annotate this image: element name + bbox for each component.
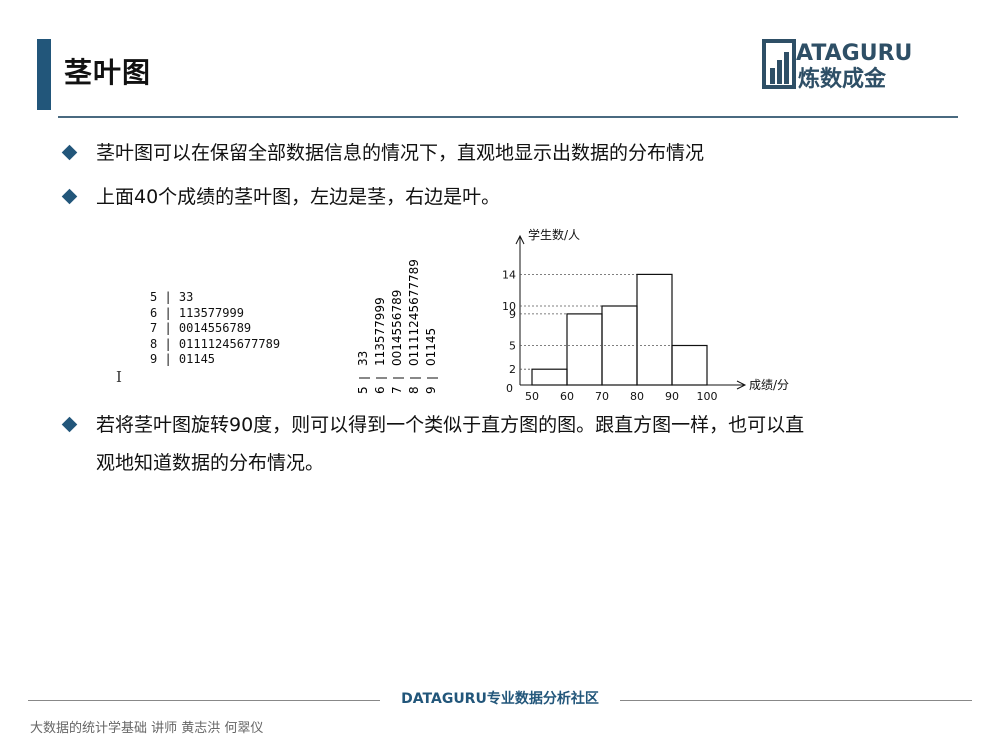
footer-community: DATAGURU专业数据分析社区: [401, 691, 599, 707]
y-tick-label: 10: [502, 300, 516, 313]
slide: 茎叶图 ATAGURU 炼数成金 茎叶图可以在保留全部数据信息的情况下，直观地显…: [0, 0, 1000, 754]
x-tick-label: 60: [560, 390, 574, 402]
origin-label: 0: [506, 382, 513, 395]
histogram-bar: [566, 313, 603, 386]
x-tick-label: 90: [665, 390, 679, 402]
bullet-diamond-icon: [61, 188, 78, 205]
rotated-leaves: 01111245677789: [407, 259, 421, 366]
rotated-stem-leaf-plot: 5 33 6 113577999 7 0014556789 8 01111245677789 9…: [356, 259, 438, 394]
title-accent-bar: [37, 39, 51, 110]
stem-leaf-row: 6 | 113577999: [150, 305, 244, 320]
x-tick-label: 50: [525, 390, 539, 402]
slide-title: 茎叶图: [64, 56, 152, 89]
y-tick-label: 5: [509, 340, 516, 353]
y-tick-label: 14: [502, 268, 516, 281]
histogram-bar: [636, 273, 673, 386]
rotated-leaves: 01145: [424, 328, 438, 366]
footer-divider-left: [28, 700, 380, 701]
logo-bar-3: [784, 52, 789, 84]
bullet-3-text-line-2: 观地知道数据的分布情况。: [96, 452, 325, 474]
footer-divider-right: [620, 700, 972, 701]
logo-subtitle: 炼数成金: [798, 66, 887, 92]
rotated-stem-label: 5: [356, 386, 370, 394]
footer-course: 大数据的统计学基础 讲师 黄志洪 何翠仪: [30, 721, 264, 736]
rotated-stem-label: 9: [424, 386, 438, 394]
rotated-leaves: 0014556789: [390, 290, 404, 366]
bullet-diamond-icon: [61, 144, 78, 161]
dataguru-logo: ATAGURU 炼数成金: [762, 39, 912, 92]
rotated-stem-label: 7: [390, 386, 404, 394]
x-tick-label: 80: [630, 390, 644, 402]
rotated-leaves: 33: [356, 351, 370, 366]
rotated-stem-label: 8: [407, 386, 421, 394]
bullet-diamond-icon: [61, 416, 78, 433]
histogram-bar: [531, 368, 568, 386]
logo-brand-text: ATAGURU: [796, 41, 912, 66]
stem-leaf-row: 5 | 33: [150, 290, 194, 304]
rotated-stem-label: 6: [373, 386, 387, 394]
histogram-chart: 学生数/人成绩/分0259101450 60 70 80 90 100: [502, 227, 789, 402]
y-tick-label: 2: [509, 363, 516, 376]
histogram-bar: [601, 305, 638, 386]
rotated-leaves: 113577999: [373, 297, 387, 366]
stem-leaf-row: 7 | 0014556789: [150, 321, 252, 335]
histogram-bar: [671, 344, 708, 386]
bullet-2-text: 上面40个成绩的茎叶图，左边是茎，右边是叶。: [96, 186, 501, 208]
stem-leaf-plot: 5 | 33 6 | 113577999 7 | 0014556789 8 | 011…: [150, 290, 280, 368]
header-divider: [58, 116, 958, 118]
x-tick-label: 70: [595, 390, 609, 402]
logo-bar-2: [777, 60, 782, 84]
x-tick-label: 100: [697, 390, 718, 402]
logo-bar-1: [770, 68, 775, 84]
bullet-3-text-line-1: 若将茎叶图旋转90度，则可以得到一个类似于直方图的图。跟直方图一样，也可以直: [96, 414, 805, 436]
text-cursor-icon: I: [116, 368, 122, 386]
stem-leaf-row: 8 | 01111245677789: [150, 336, 281, 351]
y-axis-label: 学生数/人: [528, 227, 580, 242]
bullet-1-text: 茎叶图可以在保留全部数据信息的情况下，直观地显示出数据的分布情况: [96, 142, 705, 164]
stem-leaf-row: 9 | 01145: [150, 352, 216, 366]
x-axis-label: 成绩/分: [749, 378, 789, 392]
